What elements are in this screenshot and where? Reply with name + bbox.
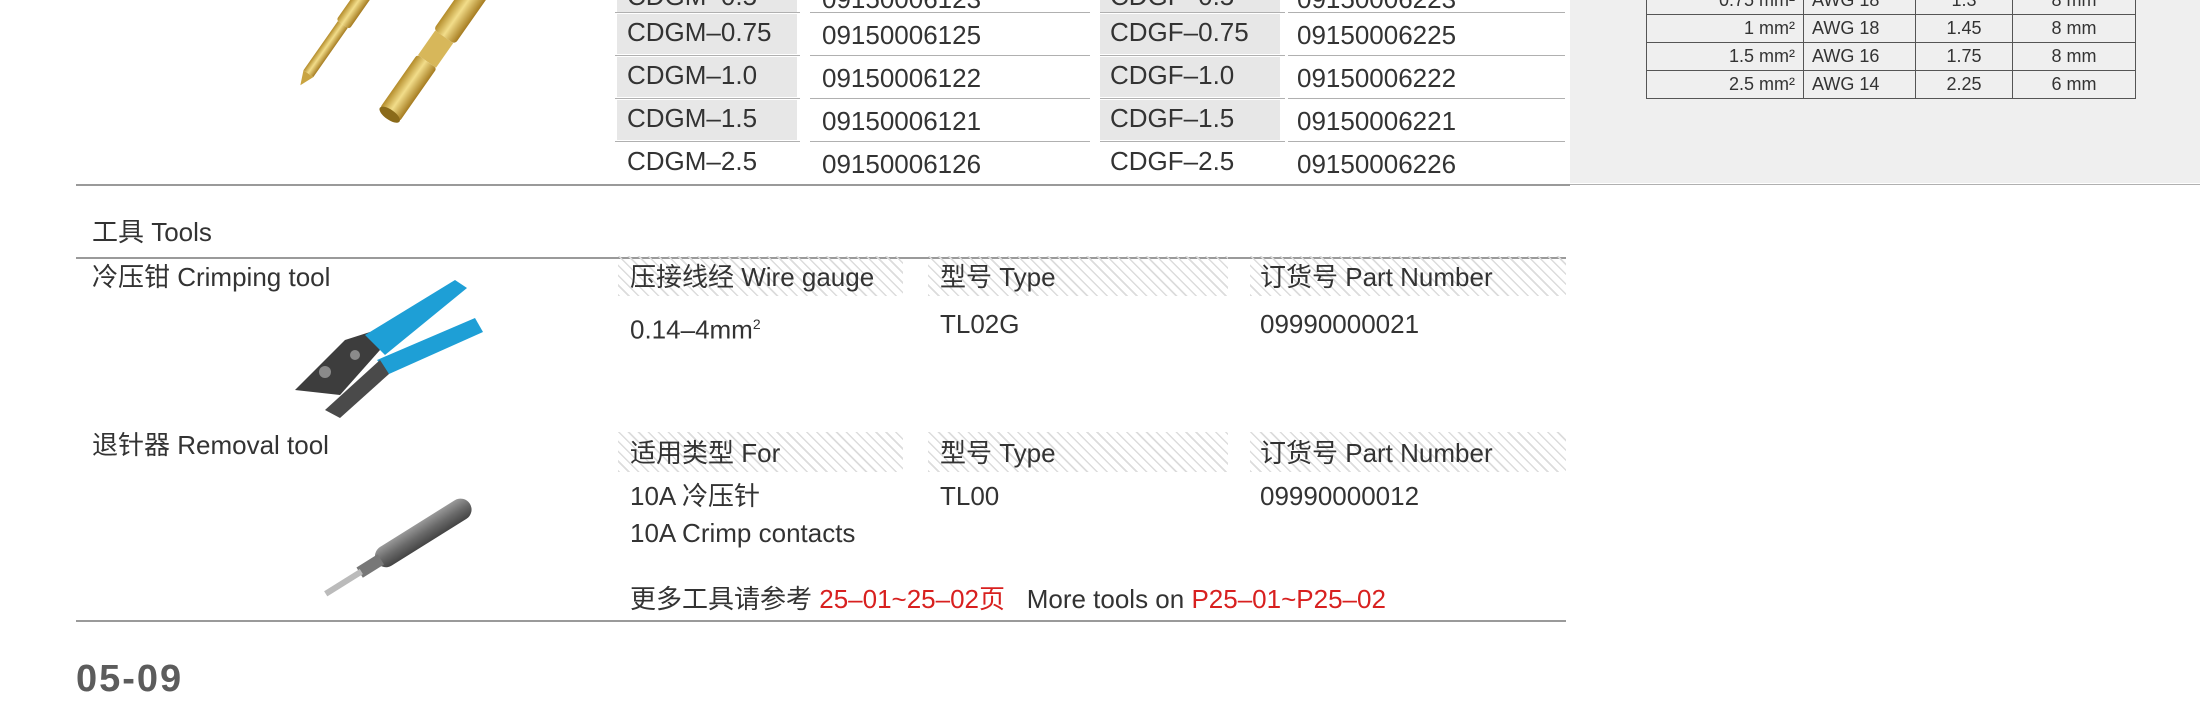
- row-divider: [1288, 55, 1565, 56]
- diameter: 2.25: [1915, 70, 2013, 99]
- diameter: 1.45: [1915, 14, 2013, 43]
- more-tools-pages-en: P25–01~P25–02: [1191, 584, 1386, 614]
- unit-superscript: 2: [752, 316, 761, 332]
- removal-type-value: TL00: [940, 481, 1000, 511]
- row-divider: [810, 55, 1090, 56]
- tools-section-title: 工具 Tools: [92, 217, 212, 247]
- female-type: CDGF–0.5: [1110, 0, 1234, 11]
- awg: AWG 14: [1803, 70, 1916, 99]
- male-part-number: 09150006126: [822, 149, 982, 179]
- wire-gauge-text: 0.14–4mm: [630, 314, 753, 345]
- crimping-part-number: 09990000021: [1260, 309, 1420, 339]
- male-type: CDGM–0.75: [627, 17, 772, 47]
- strip-length: 8 mm: [2012, 0, 2136, 15]
- row-divider: [1100, 55, 1285, 56]
- more-tools-prefix-en: More tools on: [1026, 584, 1192, 614]
- female-type: CDGF–2.5: [1110, 146, 1235, 176]
- table-row: 1 mm² AWG 18 1.45 8 mm: [1646, 14, 2136, 43]
- cross-section: 1 mm²: [1646, 14, 1804, 43]
- diameter: 1.75: [1915, 42, 2013, 71]
- crimping-tool-image: [295, 280, 483, 418]
- removal-part-number: 09990000012: [1260, 481, 1420, 511]
- strip-length: 6 mm: [2012, 70, 2136, 99]
- more-tools-note: 更多工具请参考 25–01~25–02页 More tools on P25–0…: [630, 584, 1386, 614]
- section-divider: [76, 184, 1570, 186]
- for-header: 适用类型 For: [630, 438, 781, 468]
- contact-pins-image: [300, 0, 497, 123]
- more-tools-pages-cn: 25–01~25–02页: [819, 584, 1006, 614]
- strip-length: 8 mm: [2012, 14, 2136, 43]
- table-row: 2.5 mm² AWG 14 2.25 6 mm: [1646, 70, 2136, 99]
- row-divider: [810, 98, 1090, 99]
- removal-tool-image: [324, 498, 472, 597]
- awg: AWG 18: [1803, 14, 1916, 43]
- row-divider: [1100, 141, 1285, 142]
- removal-tool-label: 退针器 Removal tool: [92, 430, 329, 460]
- more-tools-prefix-cn: 更多工具请参考: [630, 584, 820, 614]
- male-type: CDGM–2.5: [627, 146, 758, 176]
- female-type: CDGF–0.75: [1110, 17, 1249, 47]
- row-divider: [810, 141, 1090, 142]
- diameter: 1.3: [1915, 0, 2013, 15]
- type-header: 型号 Type: [940, 262, 1056, 292]
- female-type: CDGF–1.5: [1110, 103, 1235, 133]
- row-divider: [1100, 98, 1285, 99]
- male-part-number: 09150006121: [822, 106, 982, 136]
- awg: AWG 16: [1803, 42, 1916, 71]
- wire-gauge-value: 0.14–4mm2: [630, 309, 761, 345]
- male-type: CDGM–1.0: [627, 60, 758, 90]
- wire-gauge-header: 压接线经 Wire gauge: [630, 262, 875, 292]
- row-divider: [1288, 141, 1565, 142]
- section-divider: [76, 620, 1566, 622]
- part-number-header: 订货号 Part Number: [1260, 262, 1493, 292]
- female-part-number: 09150006226: [1297, 149, 1457, 179]
- table-row: 0.75 mm² AWG 18 1.3 8 mm: [1646, 0, 2136, 15]
- crimping-type-value: TL02G: [940, 309, 1020, 339]
- row-divider: [615, 98, 800, 99]
- female-part-number: 09150006221: [1297, 106, 1457, 136]
- female-type: CDGF–1.0: [1110, 60, 1235, 90]
- part-number-header: 订货号 Part Number: [1260, 438, 1493, 468]
- male-type: CDGM–1.5: [627, 103, 758, 133]
- section-divider: [1570, 184, 2200, 185]
- male-part-number: 09150006122: [822, 63, 982, 93]
- cross-section: 2.5 mm²: [1646, 70, 1804, 99]
- row-divider: [615, 55, 800, 56]
- for-value-cn: 10A 冷压针: [630, 481, 761, 511]
- type-header: 型号 Type: [940, 438, 1056, 468]
- row-divider: [1100, 12, 1285, 13]
- cross-section: 0.75 mm²: [1646, 0, 1804, 15]
- for-value-en: 10A Crimp contacts: [630, 518, 856, 548]
- table-row: 1.5 mm² AWG 16 1.75 8 mm: [1646, 42, 2136, 71]
- awg: AWG 18: [1803, 0, 1916, 15]
- cross-section: 1.5 mm²: [1646, 42, 1804, 71]
- male-type: CDGM–0.5: [627, 0, 757, 11]
- row-divider: [615, 12, 800, 13]
- male-part-number: 09150006123: [822, 0, 981, 14]
- female-part-number: 09150006225: [1297, 20, 1457, 50]
- row-divider: [1288, 98, 1565, 99]
- row-divider: [615, 141, 800, 142]
- wire-spec-table: 0.75 mm² AWG 18 1.3 8 mm 1 mm² AWG 18 1.…: [1646, 0, 2136, 99]
- female-part-number: 09150006223: [1297, 0, 1456, 14]
- female-part-number: 09150006222: [1297, 63, 1457, 93]
- strip-length: 8 mm: [2012, 42, 2136, 71]
- male-part-number: 09150006125: [822, 20, 982, 50]
